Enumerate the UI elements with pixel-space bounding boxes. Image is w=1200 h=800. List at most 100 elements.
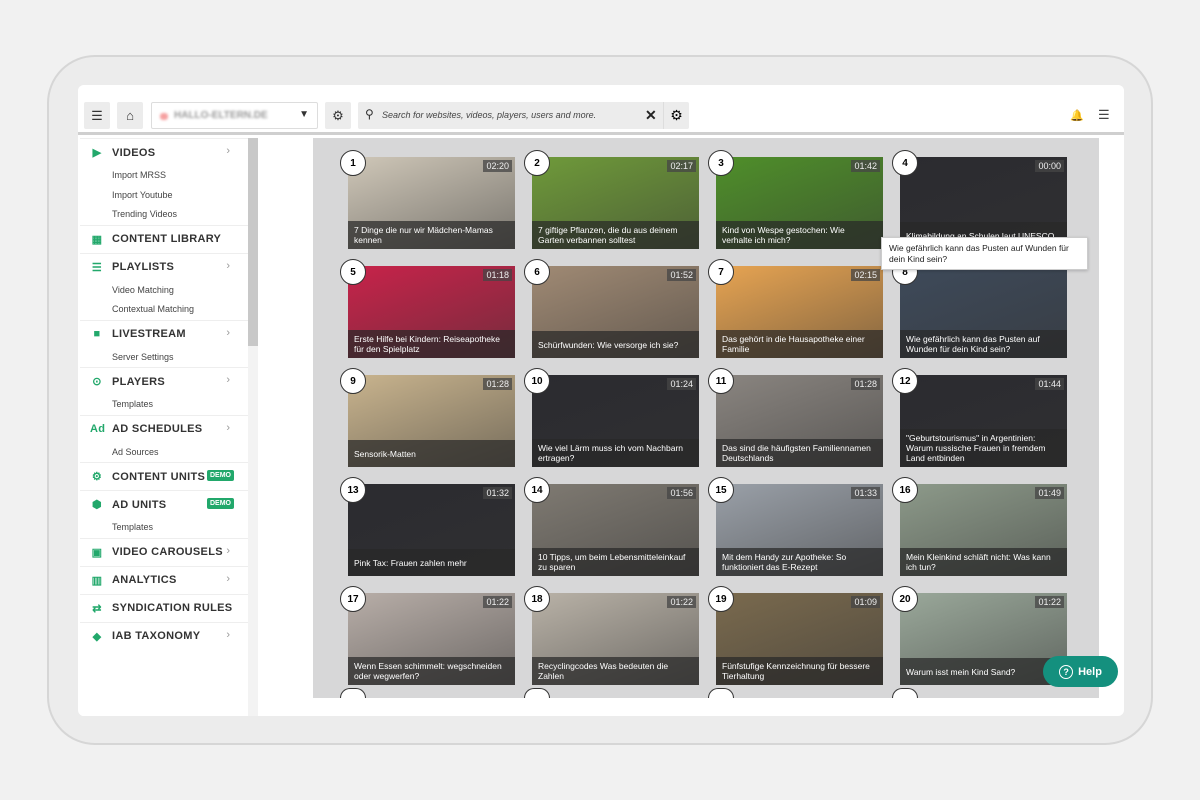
sidebar-section-ad-units: ⬢ AD UNITS DEMO Templates <box>80 490 248 538</box>
sidebar-subitem[interactable]: Video Matching <box>80 281 248 301</box>
sidebar-section-syndication-rules: ⇄ SYNDICATION RULES <box>80 593 248 622</box>
search-icon: ⚲ <box>365 107 374 121</box>
exchange-icon: ⇄ <box>92 602 102 615</box>
video-card[interactable]: 01:32 Pink Tax: Frauen zahlen mehr 13 <box>340 477 515 576</box>
search-settings-icon[interactable]: ⚙ <box>663 102 689 129</box>
video-card[interactable]: 02:15 Das gehört in die Hausapotheke ein… <box>708 259 883 358</box>
video-position-badge: 20 <box>892 586 918 612</box>
play-circle-icon: ⊙ <box>92 376 102 388</box>
video-position-badge <box>892 688 918 698</box>
chevron-right-icon[interactable]: › <box>226 374 230 386</box>
video-title: Mein Kleinkind schläft nicht: Was kann i… <box>900 548 1067 576</box>
sidebar-subitem[interactable]: Import MRSS <box>80 166 248 186</box>
help-label: Help <box>1078 665 1102 678</box>
video-position-badge <box>524 688 550 698</box>
video-card[interactable]: 01:24 Wie viel Lärm muss ich vom Nachbar… <box>524 368 699 467</box>
video-duration: 02:20 <box>483 160 512 172</box>
menu-icon[interactable]: ☰ <box>1098 107 1110 123</box>
bell-icon[interactable]: 🔔 <box>1070 109 1084 122</box>
sidebar-item[interactable]: ⇄ SYNDICATION RULES <box>80 595 248 622</box>
video-card[interactable]: 01:22 Wenn Essen schimmelt: wegschneiden… <box>340 586 515 685</box>
video-position-badge: 5 <box>340 259 366 285</box>
video-card[interactable]: 01:42 Kind von Wespe gestochen: Wie verh… <box>708 150 883 249</box>
help-button[interactable]: ? Help <box>1043 656 1118 687</box>
video-card[interactable]: 01:22 Recyclingcodes Was bedeuten die Za… <box>524 586 699 685</box>
video-position-badge: 14 <box>524 477 550 503</box>
video-title: Fünfstufige Kennzeichnung für bessere Ti… <box>716 657 883 685</box>
video-card[interactable]: 02:20 7 Dinge die nur wir Mädchen-Mamas … <box>340 150 515 249</box>
video-card[interactable]: 01:52 Schürfwunden: Wie versorge ich sie… <box>524 259 699 358</box>
video-position-badge: 6 <box>524 259 550 285</box>
chevron-right-icon[interactable]: › <box>226 629 230 641</box>
chevron-right-icon[interactable]: › <box>226 422 230 434</box>
video-position-badge: 12 <box>892 368 918 394</box>
sidebar-item[interactable]: ▦ CONTENT LIBRARY <box>80 226 248 253</box>
chevron-right-icon[interactable]: › <box>226 260 230 272</box>
sidebar-section-content-units: ⚙ CONTENT UNITS DEMO <box>80 462 248 490</box>
video-card[interactable]: 01:18 Erste Hilfe bei Kindern: Reiseapot… <box>340 259 515 358</box>
video-position-badge: 13 <box>340 477 366 503</box>
sidebar-subitem[interactable]: Templates <box>80 518 248 538</box>
sidebar-item[interactable]: ▶ VIDEOS <box>80 139 248 166</box>
sidebar-subitem[interactable]: Templates <box>80 395 248 415</box>
chevron-right-icon[interactable]: › <box>226 327 230 339</box>
camera-icon: ■ <box>93 328 101 340</box>
video-duration: 01:56 <box>667 487 696 499</box>
video-title: Das sind die häufigsten Familiennamen De… <box>716 439 883 467</box>
video-title: Recyclingcodes Was bedeuten die Zahlen <box>532 657 699 685</box>
chevron-right-icon[interactable]: › <box>226 573 230 585</box>
sidebar-subitem[interactable]: Server Settings <box>80 348 248 368</box>
video-card[interactable]: 01:28 Sensorik-Matten 9 <box>340 368 515 467</box>
sidebar-item[interactable]: ⊙ PLAYERS <box>80 368 248 395</box>
video-card[interactable]: Wie gefährlich kann das Pusten auf Wunde… <box>892 259 1067 358</box>
sidebar-subitem[interactable]: Contextual Matching <box>80 300 248 320</box>
sidebar-item[interactable]: ☰ PLAYLISTS <box>80 254 248 281</box>
video-card[interactable]: 01:33 Mit dem Handy zur Apotheke: So fun… <box>708 477 883 576</box>
clear-search-icon[interactable]: ✕ <box>645 107 657 124</box>
site-settings-button[interactable]: ⚙ <box>325 102 351 129</box>
sidebar-item-label: AD SCHEDULES <box>112 423 203 435</box>
tag-icon: ◆ <box>92 630 102 643</box>
video-card[interactable]: 01:44 "Geburtstourismus" in Argentinien:… <box>892 368 1067 467</box>
video-card[interactable]: 02:17 7 giftige Pflanzen, die du aus dei… <box>524 150 699 249</box>
ad-icon: Ad <box>90 423 106 435</box>
chevron-right-icon[interactable]: › <box>226 545 230 557</box>
sidebar-subitem[interactable]: Trending Videos <box>80 205 248 225</box>
video-card[interactable]: 01:22 Warum isst mein Kind Sand? 20 <box>892 586 1067 685</box>
sidebar-item[interactable]: ▥ ANALYTICS <box>80 567 248 594</box>
site-favicon <box>160 113 168 120</box>
sidebar-item[interactable]: ◆ IAB TAXONOMY <box>80 623 248 650</box>
video-title: 7 Dinge die nur wir Mädchen-Mamas kennen <box>348 221 515 249</box>
video-title: Wie gefährlich kann das Pusten auf Wunde… <box>900 330 1067 358</box>
video-card[interactable]: 01:09 Fünfstufige Kennzeichnung für bess… <box>708 586 883 685</box>
chevron-right-icon[interactable]: › <box>226 145 230 157</box>
sidebar-scrollbar-thumb[interactable] <box>248 138 258 346</box>
video-position-badge <box>708 688 734 698</box>
film-icon: ▦ <box>91 233 103 246</box>
cube-icon: ⬢ <box>92 499 102 511</box>
search-input[interactable]: Search for websites, videos, players, us… <box>382 110 596 120</box>
top-bar: ☰ ⌂ HALLO-ELTERN.DE ▼ ⚙ ⚲ Search for web… <box>78 85 1124 135</box>
menu-toggle-button[interactable]: ☰ <box>84 102 110 129</box>
question-icon: ? <box>1059 664 1074 679</box>
sidebar-subitem[interactable]: Import Youtube <box>80 186 248 206</box>
video-duration: 01:42 <box>851 160 880 172</box>
video-title: Pink Tax: Frauen zahlen mehr <box>348 549 515 576</box>
app-screen: ☰ ⌂ HALLO-ELTERN.DE ▼ ⚙ ⚲ Search for web… <box>78 85 1124 716</box>
sidebar-item[interactable]: ▣ VIDEO CAROUSELS <box>80 539 248 566</box>
video-duration: 01:22 <box>483 596 512 608</box>
video-card[interactable]: 00:00 Klimabildung an Schulen laut UNESC… <box>892 150 1067 249</box>
site-select[interactable]: HALLO-ELTERN.DE ▼ <box>151 102 318 129</box>
sidebar-item[interactable]: ■ LIVESTREAM <box>80 321 248 348</box>
sidebar-item-label: PLAYERS <box>112 375 166 388</box>
video-card[interactable]: 01:28 Das sind die häufigsten Familienna… <box>708 368 883 467</box>
video-duration: 02:17 <box>667 160 696 172</box>
sidebar-item-label: LIVESTREAM <box>112 328 186 340</box>
sidebar-subitem[interactable]: Ad Sources <box>80 443 248 463</box>
sidebar-item[interactable]: Ad AD SCHEDULES <box>80 416 248 443</box>
video-card[interactable]: 01:56 10 Tipps, um beim Lebensmitteleink… <box>524 477 699 576</box>
video-title: Das gehört in die Hausapotheke einer Fam… <box>716 330 883 358</box>
video-card[interactable]: 01:49 Mein Kleinkind schläft nicht: Was … <box>892 477 1067 576</box>
video-position-badge: 2 <box>524 150 550 176</box>
home-button[interactable]: ⌂ <box>117 102 143 129</box>
